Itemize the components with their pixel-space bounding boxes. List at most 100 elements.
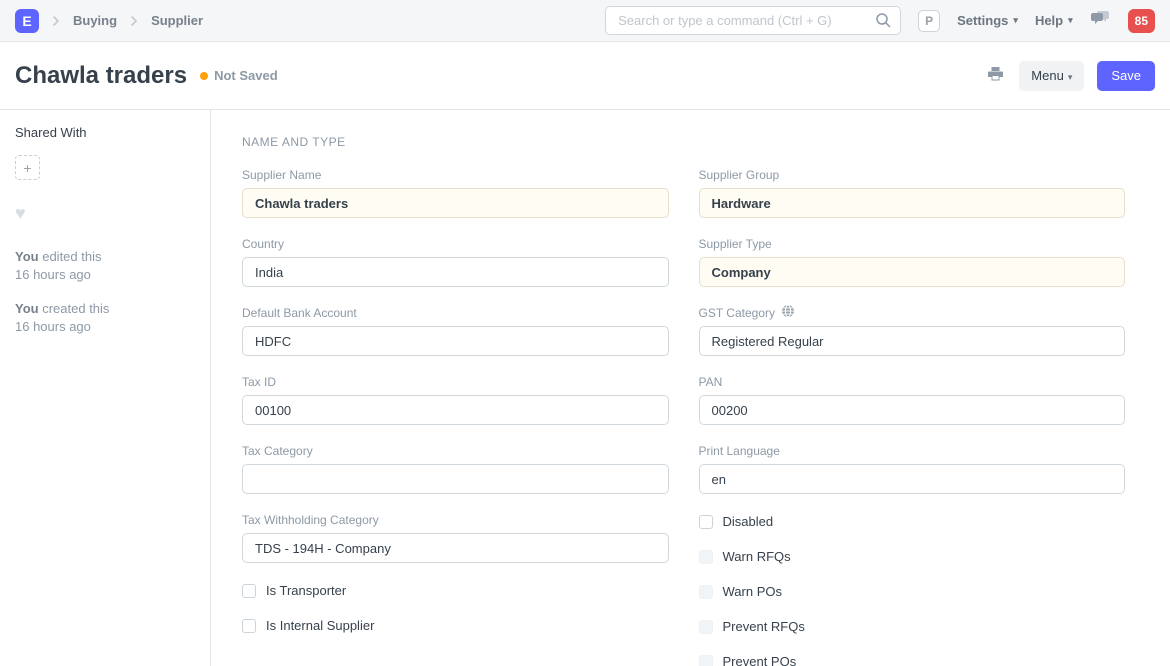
form-sidebar: Shared With + ♥ You edited this 16 hours… bbox=[0, 110, 211, 666]
activity-action: edited this bbox=[42, 249, 101, 264]
prevent-rfqs-label: Prevent RFQs bbox=[723, 619, 805, 634]
checkbox-disabled: Disabled bbox=[699, 512, 1126, 531]
global-search bbox=[605, 6, 901, 35]
orange-dot-icon bbox=[200, 72, 208, 80]
default-bank-account-input[interactable] bbox=[242, 326, 669, 356]
add-share-button[interactable]: + bbox=[15, 155, 40, 180]
field-print-language: Print Language bbox=[699, 443, 1126, 494]
field-country: Country bbox=[242, 236, 669, 287]
default-bank-account-label: Default Bank Account bbox=[242, 305, 669, 320]
field-supplier-type: Supplier Type bbox=[699, 236, 1126, 287]
help-menu[interactable]: Help ▾ bbox=[1035, 13, 1073, 28]
navbar: E Buying Supplier P Settings ▾ Help ▾ bbox=[0, 0, 1170, 42]
supplier-name-input[interactable] bbox=[242, 188, 669, 218]
search-input[interactable] bbox=[605, 6, 901, 35]
activity-when: 16 hours ago bbox=[15, 319, 91, 334]
field-tax-withholding-category: Tax Withholding Category bbox=[242, 512, 669, 563]
activity-action: created this bbox=[42, 301, 109, 316]
tax-id-input[interactable] bbox=[242, 395, 669, 425]
prevent-pos-checkbox bbox=[699, 655, 713, 666]
form-column-right: Supplier Group Supplier Type GST Categor… bbox=[699, 167, 1126, 666]
tax-id-label: Tax ID bbox=[242, 374, 669, 389]
checkbox-warn-pos: Warn POs bbox=[699, 582, 1126, 601]
print-language-input[interactable] bbox=[699, 464, 1126, 494]
shared-with-label: Shared With bbox=[15, 125, 195, 140]
supplier-group-label: Supplier Group bbox=[699, 167, 1126, 182]
chevron-down-icon: ▾ bbox=[1013, 15, 1018, 26]
activity-actor: You bbox=[15, 301, 39, 316]
page-title: Chawla traders bbox=[15, 62, 187, 90]
tax-category-label: Tax Category bbox=[242, 443, 669, 458]
field-gst-category: GST Category bbox=[699, 305, 1126, 356]
save-status-indicator: Not Saved bbox=[200, 68, 278, 83]
supplier-type-input[interactable] bbox=[699, 257, 1126, 287]
tax-category-input[interactable] bbox=[242, 464, 669, 494]
pan-input[interactable] bbox=[699, 395, 1126, 425]
print-language-label: Print Language bbox=[699, 443, 1126, 458]
section-name-and-type: NAME AND TYPE bbox=[242, 135, 1125, 149]
prevent-rfqs-checkbox bbox=[699, 620, 713, 634]
app-logo-icon[interactable]: E bbox=[15, 9, 39, 33]
field-supplier-name: Supplier Name bbox=[242, 167, 669, 218]
prevent-pos-label: Prevent POs bbox=[723, 654, 797, 666]
save-button[interactable]: Save bbox=[1097, 61, 1155, 91]
is-internal-supplier-label: Is Internal Supplier bbox=[266, 618, 374, 633]
checkbox-warn-rfqs: Warn RFQs bbox=[699, 547, 1126, 566]
warn-rfqs-checkbox bbox=[699, 550, 713, 564]
activity-actor: You bbox=[15, 249, 39, 264]
activity-edited: You edited this 16 hours ago bbox=[15, 248, 195, 283]
menu-button-label: Menu bbox=[1031, 68, 1064, 83]
field-supplier-group: Supplier Group bbox=[699, 167, 1126, 218]
gst-category-label: GST Category bbox=[699, 305, 1126, 320]
like-heart-icon[interactable]: ♥ bbox=[15, 203, 195, 224]
pan-label: PAN bbox=[699, 374, 1126, 389]
warn-pos-checkbox bbox=[699, 585, 713, 599]
chat-icon[interactable] bbox=[1090, 9, 1111, 32]
field-tax-id: Tax ID bbox=[242, 374, 669, 425]
is-transporter-label: Is Transporter bbox=[266, 583, 346, 598]
help-label: Help bbox=[1035, 13, 1063, 28]
activity-created: You created this 16 hours ago bbox=[15, 300, 195, 335]
chevron-down-icon: ▾ bbox=[1068, 15, 1073, 26]
checkbox-prevent-pos: Prevent POs bbox=[699, 652, 1126, 666]
checkbox-prevent-rfqs: Prevent RFQs bbox=[699, 617, 1126, 636]
country-input[interactable] bbox=[242, 257, 669, 287]
printer-icon bbox=[987, 66, 1004, 82]
print-button[interactable] bbox=[985, 64, 1006, 87]
chevron-right-icon bbox=[48, 13, 64, 29]
settings-label: Settings bbox=[957, 13, 1008, 28]
checkbox-is-transporter: Is Transporter bbox=[242, 581, 669, 600]
save-status-label: Not Saved bbox=[214, 68, 278, 83]
breadcrumb-supplier[interactable]: Supplier bbox=[151, 13, 203, 28]
field-tax-category: Tax Category bbox=[242, 443, 669, 494]
globe-icon bbox=[781, 304, 795, 321]
warn-pos-label: Warn POs bbox=[723, 584, 782, 599]
field-pan: PAN bbox=[699, 374, 1126, 425]
tax-withholding-category-label: Tax Withholding Category bbox=[242, 512, 669, 527]
is-internal-supplier-checkbox[interactable] bbox=[242, 619, 256, 633]
warn-rfqs-label: Warn RFQs bbox=[723, 549, 791, 564]
page-head: Chawla traders Not Saved Menu ▾ Save bbox=[0, 42, 1170, 110]
supplier-name-label: Supplier Name bbox=[242, 167, 669, 182]
user-avatar[interactable]: P bbox=[918, 10, 940, 32]
search-icon[interactable] bbox=[874, 11, 892, 34]
disabled-checkbox[interactable] bbox=[699, 515, 713, 529]
form-column-left: Supplier Name Country Default Bank Accou… bbox=[242, 167, 669, 666]
tax-withholding-category-input[interactable] bbox=[242, 533, 669, 563]
supplier-type-label: Supplier Type bbox=[699, 236, 1126, 251]
activity-when: 16 hours ago bbox=[15, 267, 91, 282]
gst-category-label-text: GST Category bbox=[699, 306, 775, 320]
settings-menu[interactable]: Settings ▾ bbox=[957, 13, 1018, 28]
notification-count-badge[interactable]: 85 bbox=[1128, 9, 1155, 33]
supplier-group-input[interactable] bbox=[699, 188, 1126, 218]
country-label: Country bbox=[242, 236, 669, 251]
field-default-bank-account: Default Bank Account bbox=[242, 305, 669, 356]
disabled-label: Disabled bbox=[723, 514, 774, 529]
chevron-down-icon: ▾ bbox=[1068, 72, 1073, 82]
menu-button[interactable]: Menu ▾ bbox=[1019, 61, 1084, 91]
chevron-right-icon bbox=[126, 13, 142, 29]
breadcrumb-buying[interactable]: Buying bbox=[73, 13, 117, 28]
is-transporter-checkbox[interactable] bbox=[242, 584, 256, 598]
form-body: NAME AND TYPE Supplier Name Country Defa… bbox=[211, 110, 1170, 666]
gst-category-input[interactable] bbox=[699, 326, 1126, 356]
